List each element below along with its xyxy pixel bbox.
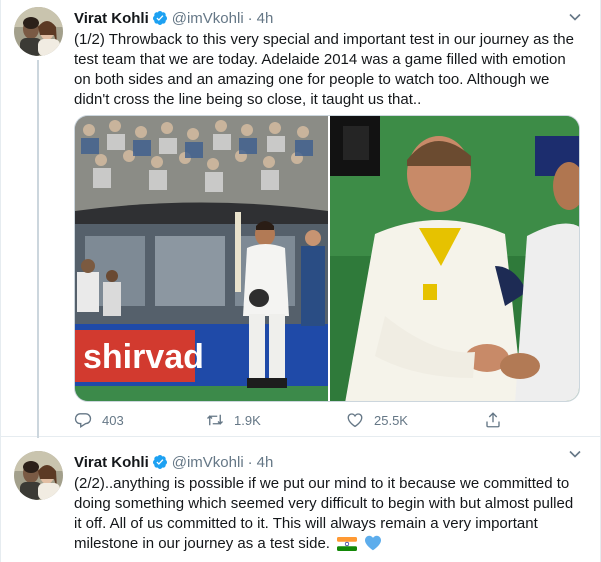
tweet-header: Virat Kohli @imVkohli · 4h (74, 8, 273, 28)
retweet-button[interactable]: 1.9K (206, 408, 261, 432)
retweet-count: 1.9K (234, 412, 261, 428)
header-separator: · (247, 453, 253, 471)
verified-badge-icon (152, 10, 168, 26)
author-handle[interactable]: @imVkohli (172, 454, 244, 471)
ad-banner-text: shirvad (83, 338, 204, 376)
blue-heart-icon (364, 535, 382, 557)
author-name[interactable]: Virat Kohli (74, 10, 149, 27)
share-button[interactable] (484, 408, 502, 432)
header-separator: · (247, 9, 253, 27)
reply-count: 403 (102, 412, 124, 428)
tweet-media[interactable]: shirvad (74, 115, 580, 402)
tweet-timestamp[interactable]: 4h (257, 10, 274, 27)
chevron-down-icon[interactable] (568, 447, 582, 461)
share-icon (486, 412, 500, 428)
avatar[interactable] (14, 7, 63, 56)
tweet-timestamp[interactable]: 4h (257, 454, 274, 471)
handshake-photo[interactable] (330, 116, 580, 402)
reply-icon (74, 413, 92, 428)
chevron-down-icon[interactable] (568, 10, 582, 24)
tweet[interactable]: Virat Kohli @imVkohli · 4h (1/2) Throwba… (1, 0, 601, 438)
like-button[interactable]: 25.5K (346, 408, 408, 432)
verified-badge-icon (152, 454, 168, 470)
avatar[interactable] (14, 451, 63, 500)
tweet-text: (2/2)..anything is possible if we put ou… (74, 475, 574, 552)
tweet-header: Virat Kohli @imVkohli · 4h (74, 452, 273, 472)
tweet-actions: 403 1.9K 25.5K (74, 408, 514, 432)
thread-connector-line (37, 60, 39, 438)
heart-icon (347, 413, 363, 428)
author-handle[interactable]: @imVkohli (172, 10, 244, 27)
timeline: Virat Kohli @imVkohli · 4h (1/2) Throwba… (0, 0, 601, 562)
tweet[interactable]: Virat Kohli @imVkohli · 4h (2/2)..anythi… (1, 437, 601, 562)
retweet-icon (207, 414, 223, 426)
author-name[interactable]: Virat Kohli (74, 454, 149, 471)
india-flag-icon (337, 537, 358, 557)
tweet-text-container: (2/2)..anything is possible if we put ou… (74, 474, 579, 557)
tweet-text: (1/2) Throwback to this very special and… (74, 31, 574, 108)
reply-button[interactable]: 403 (74, 408, 124, 432)
kohli-walking-back-photo[interactable]: shirvad (75, 116, 328, 402)
like-count: 25.5K (374, 412, 408, 428)
